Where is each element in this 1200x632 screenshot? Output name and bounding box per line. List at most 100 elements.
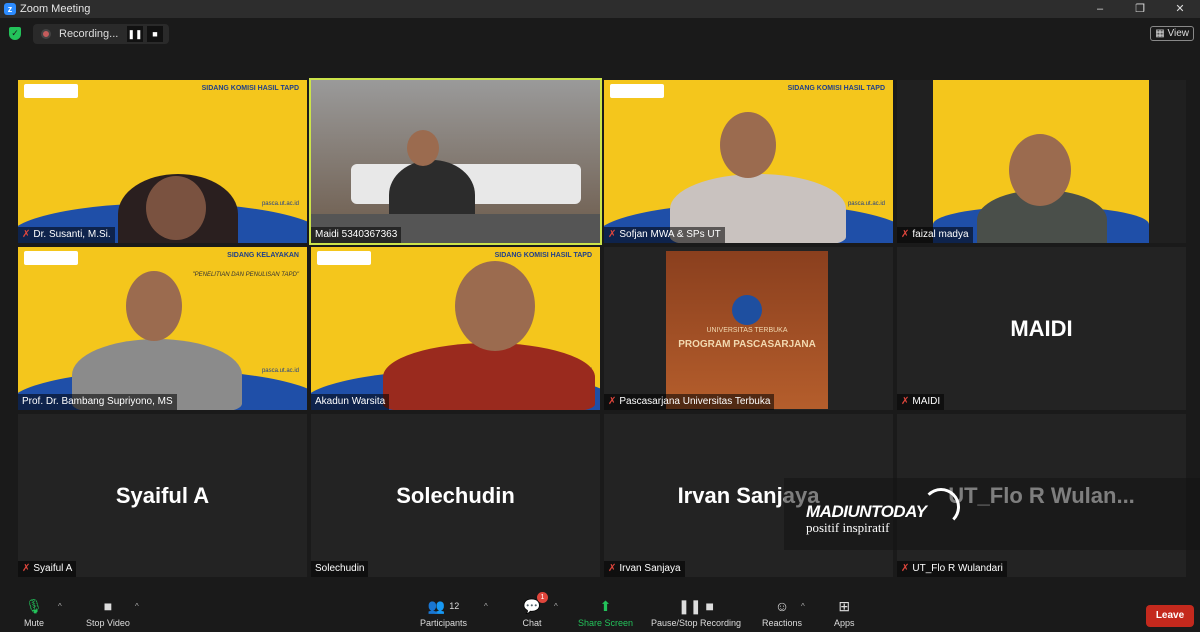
institution-logo: [24, 251, 78, 265]
participants-label: Participants: [420, 618, 468, 628]
apps-button[interactable]: ⊞ Apps: [834, 598, 855, 629]
maximize-button[interactable]: ❐: [1120, 0, 1160, 18]
slide-title: SIDANG KOMISI HASIL TAPD: [494, 252, 592, 259]
muted-mic-icon: ✗: [901, 229, 910, 240]
participant-name-bar: ✗ UT_Flo R Wulandari: [897, 561, 1007, 577]
madiuntoday-watermark: MADIUNTODAY positif inspiratif: [784, 478, 1200, 550]
slide-title: SIDANG KOMISI HASIL TAPD: [201, 85, 299, 92]
share-screen-icon: ⬆: [599, 597, 612, 614]
view-button[interactable]: ▦ View: [1150, 26, 1194, 41]
participant-name: UT_Flo R Wulandari: [912, 563, 1003, 574]
participant-name: Pascasarjana Universitas Terbuka: [619, 396, 771, 407]
slide-title: SIDANG KOMISI HASIL TAPD: [787, 85, 885, 92]
participant-head: [455, 261, 535, 351]
window-title: Zoom Meeting: [20, 3, 91, 15]
stop-video-label: Stop Video: [86, 618, 130, 628]
participant-name: Sofjan MWA & SPs UT: [619, 229, 721, 240]
participant-name-bar: ✗ Sofjan MWA & SPs UT: [604, 227, 725, 243]
pause-stop-recording-button[interactable]: ❚❚ ■ Pause/Stop Recording: [651, 598, 742, 629]
pause-recording-icon[interactable]: ❚❚: [127, 26, 143, 42]
watermark-brand: MADIUNTODAY: [806, 502, 927, 521]
participant-name: Solechudin: [315, 563, 365, 574]
view-label: View: [1167, 28, 1190, 39]
chat-button[interactable]: 💬 1 Chat: [522, 592, 548, 628]
pause-stop-recording-label: Pause/Stop Recording: [651, 618, 742, 628]
participant-tile-akadun[interactable]: SIDANG KOMISI HASIL TAPD pasca.ut.ac.id …: [311, 247, 600, 410]
plaque-line-2: PROGRAM PASCASARJANA: [678, 339, 816, 350]
participant-tile-solechudin[interactable]: Solechudin Solechudin: [311, 414, 600, 577]
institution-logo: [24, 84, 78, 98]
participant-name-bar: ✗ Pascasarjana Universitas Terbuka: [604, 394, 775, 410]
participant-tile-pascasarjana[interactable]: UNIVERSITAS TERBUKA PROGRAM PASCASARJANA…: [604, 247, 893, 410]
minimize-button[interactable]: –: [1080, 0, 1120, 18]
participant-name: Syaiful A: [33, 563, 73, 574]
muted-mic-icon: ✗: [608, 563, 617, 574]
reactions-button[interactable]: ☺ Reactions: [762, 598, 802, 628]
security-shield-icon[interactable]: ✓: [9, 27, 21, 40]
participant-name: Maidi 5340367363: [315, 229, 398, 240]
participant-head: [720, 112, 776, 178]
watermark-tagline: positif inspiratif: [806, 520, 890, 535]
participant-name: faizal madya: [912, 229, 969, 240]
chat-options-chevron-icon[interactable]: ^: [554, 602, 558, 611]
participant-avatar-name: MAIDI: [1010, 315, 1073, 341]
university-plaque: UNIVERSITAS TERBUKA PROGRAM PASCASARJANA: [666, 251, 828, 409]
participant-head: [407, 130, 439, 166]
participant-head: [146, 176, 206, 240]
participant-name-bar: ✗ Irvan Sanjaya: [604, 561, 685, 577]
microphone-icon: 🎙: [25, 597, 43, 614]
participant-name: Irvan Sanjaya: [619, 563, 681, 574]
university-emblem-icon: [732, 295, 762, 325]
participant-tile-susanti[interactable]: SIDANG KOMISI HASIL TAPD pasca.ut.ac.id …: [18, 80, 307, 243]
participants-options-chevron-icon[interactable]: ^: [484, 602, 488, 611]
participant-name-bar: ✗ faizal madya: [897, 227, 973, 243]
participant-tile-bambang[interactable]: SIDANG KELAYAKAN "PENELITIAN DAN PENULIS…: [18, 247, 307, 410]
institution-logo: [610, 84, 664, 98]
participant-tile-faizal[interactable]: ✗ faizal madya: [897, 80, 1186, 243]
institution-logo: [317, 251, 371, 265]
reactions-label: Reactions: [762, 618, 803, 628]
share-screen-button[interactable]: ⬆ Share Screen: [578, 597, 634, 629]
participant-tile-syaiful[interactable]: Syaiful A ✗ Syaiful A: [18, 414, 307, 577]
participant-name-bar: Prof. Dr. Bambang Supriyono, MS: [18, 394, 177, 410]
smiley-icon: ☺: [774, 598, 790, 614]
muted-mic-icon: ✗: [608, 396, 617, 407]
reactions-options-chevron-icon[interactable]: ^: [801, 602, 805, 611]
share-screen-label: Share Screen: [578, 618, 634, 628]
slide-url: pasca.ut.ac.id: [847, 201, 885, 207]
participant-name-bar: Maidi 5340367363: [311, 227, 402, 243]
recording-indicator: Recording... ❚❚ ■: [33, 24, 169, 44]
participant-name-bar: Akadun Warsita: [311, 394, 390, 410]
video-camera-icon: ■: [103, 598, 113, 614]
participant-name-bar: ✗ Dr. Susanti, M.Si.: [18, 227, 115, 243]
meeting-toolbar: 🎙 Mute ^ ■ Stop Video ^ 👥 12 Participants…: [0, 588, 1200, 632]
participant-figure: [383, 343, 595, 410]
zoom-logo-icon: z: [4, 3, 16, 15]
participant-tile-sofjan[interactable]: SIDANG KOMISI HASIL TAPD pasca.ut.ac.id …: [604, 80, 893, 243]
participants-icon: 👥 12: [427, 597, 460, 614]
close-button[interactable]: ✕: [1160, 0, 1200, 18]
stop-recording-icon[interactable]: ■: [147, 26, 163, 42]
stop-video-button[interactable]: ■ Stop Video: [86, 598, 130, 628]
recording-label: Recording...: [59, 28, 119, 40]
muted-mic-icon: ✗: [22, 563, 31, 574]
muted-mic-icon: ✗: [22, 229, 31, 240]
participant-head: [126, 271, 182, 341]
audio-options-chevron-icon[interactable]: ^: [58, 602, 62, 611]
chat-unread-badge: 1: [537, 592, 548, 603]
participant-name: Prof. Dr. Bambang Supriyono, MS: [22, 396, 173, 407]
leave-button[interactable]: Leave: [1146, 605, 1194, 627]
participant-name: MAIDI: [912, 396, 941, 407]
participants-button[interactable]: 👥 12 Participants: [420, 597, 468, 629]
slide-url: pasca.ut.ac.id: [261, 368, 299, 374]
participant-tile-maidi-active-speaker[interactable]: Maidi 5340367363: [309, 78, 602, 245]
participant-name-bar: Solechudin: [311, 561, 369, 577]
muted-mic-icon: ✗: [901, 396, 910, 407]
mute-button[interactable]: 🎙 Mute: [24, 597, 44, 629]
video-options-chevron-icon[interactable]: ^: [135, 602, 139, 611]
participant-tile-maidi-avatar[interactable]: MAIDI ✗ MAIDI: [897, 247, 1186, 410]
slide-subtitle: "PENELITIAN DAN PENULISAN TAPD": [192, 272, 299, 278]
participant-name-bar: ✗ MAIDI: [897, 394, 945, 410]
participant-avatar-name: Syaiful A: [115, 482, 210, 508]
slide-url: pasca.ut.ac.id: [261, 201, 299, 207]
